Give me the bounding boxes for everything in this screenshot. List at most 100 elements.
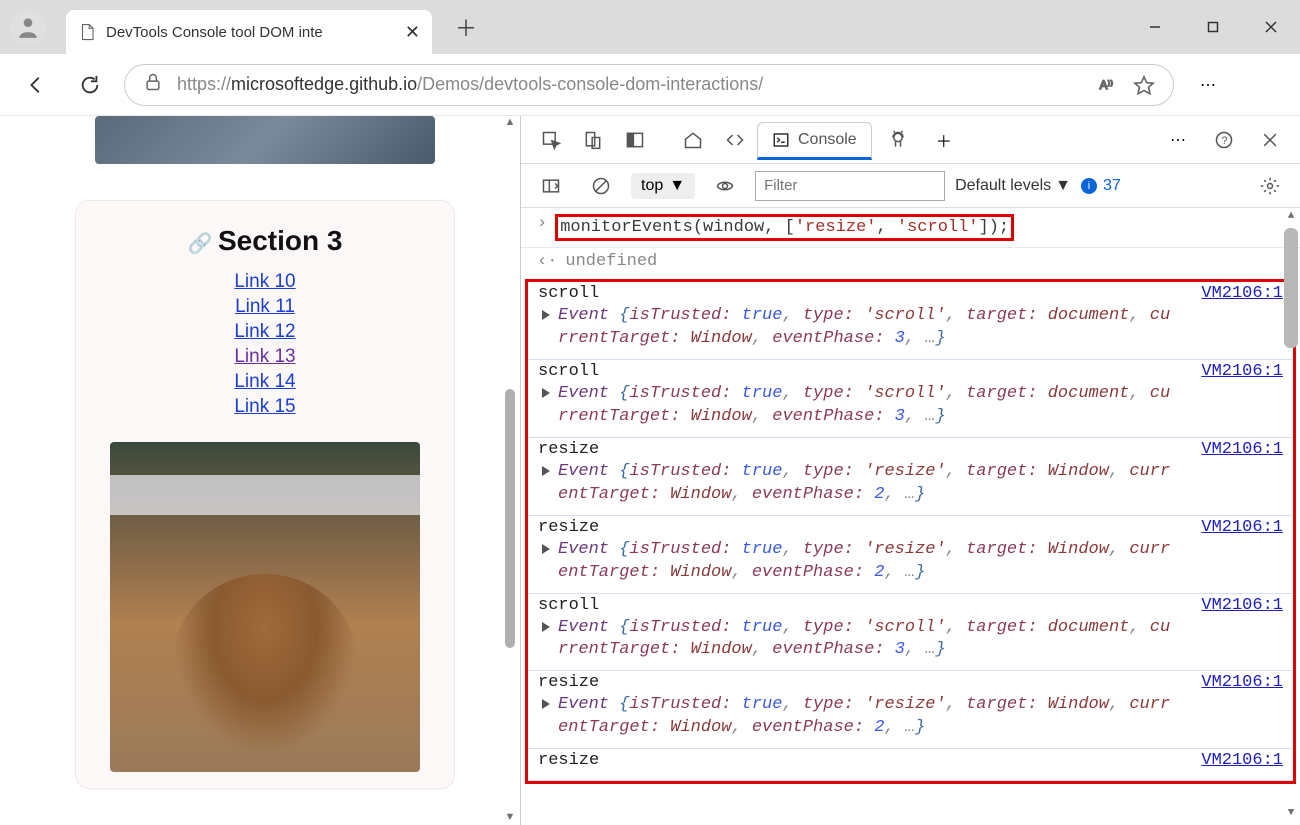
settings-more-button[interactable]: ⋯ [1188,65,1228,105]
live-expression-button[interactable] [705,166,745,206]
scroll-thumb[interactable] [1284,228,1298,348]
event-detail: Event {isTrusted: true, type: 'resize', … [538,539,1283,585]
section-card: Section 3 Link 10Link 11Link 12Link 13Li… [75,200,455,789]
address-bar[interactable]: https://microsoftedge.github.io/Demos/de… [124,64,1174,106]
event-name: scroll [538,362,1283,381]
event-source-link[interactable]: VM2106:1 [1201,596,1283,615]
section-heading: Section 3 [76,225,454,257]
console-scrollbar[interactable]: ▲ ▼ [1282,208,1300,825]
scroll-up-icon[interactable]: ▲ [1282,210,1300,226]
browser-window: DevTools Console tool DOM inte ✕ ＋ https… [0,0,1300,825]
page-image-deer [110,442,420,772]
log-levels-selector[interactable]: Default levels ▼ [955,177,1071,195]
highlight-box: monitorEvents(window, ['resize', 'scroll… [555,214,1014,241]
execution-context-selector[interactable]: top ▼ [631,173,695,199]
tab-close-button[interactable]: ✕ [405,22,420,43]
issues-counter[interactable]: i37 [1081,177,1121,195]
console-tab-label: Console [798,131,857,149]
return-caret-icon: ‹· [537,252,557,271]
event-detail: Event {isTrusted: true, type: 'resize', … [538,461,1283,507]
minimize-button[interactable] [1126,5,1184,49]
maximize-button[interactable] [1184,5,1242,49]
url-text: https://microsoftedge.github.io/Demos/de… [177,74,1083,95]
profile-button[interactable] [10,9,46,45]
event-name: resize [538,440,1283,459]
favorite-icon[interactable] [1133,74,1155,96]
event-source-link[interactable]: VM2106:1 [1201,362,1283,381]
console-event-entry[interactable]: resizeVM2106:1 [528,749,1293,781]
more-tabs-button[interactable]: ＋ [924,120,964,160]
event-source-link[interactable]: VM2106:1 [1201,751,1283,770]
console-tab[interactable]: Console [757,122,872,160]
page-icon [78,23,96,41]
console-return-row: ‹· undefined [521,248,1300,275]
page-link[interactable]: Link 10 [76,271,454,293]
device-emulation-button[interactable] [573,120,613,160]
console-event-entry[interactable]: scrollVM2106:1Event {isTrusted: true, ty… [528,360,1293,438]
refresh-button[interactable] [70,65,110,105]
scroll-up-icon[interactable]: ▲ [502,116,518,130]
console-event-entry[interactable]: resizeVM2106:1 Event {isTrusted: true, ty… [528,516,1293,594]
event-source-link[interactable]: VM2106:1 [1201,673,1283,692]
svg-text:?: ? [1222,135,1228,147]
welcome-tab[interactable] [673,120,713,160]
page-link[interactable]: Link 13 [76,346,454,368]
dock-side-button[interactable] [615,120,655,160]
page-link[interactable]: Link 11 [76,296,454,318]
console-event-entry[interactable]: scrollVM2106:1 Event {isTrusted: true, ty… [528,282,1293,360]
close-window-button[interactable] [1242,5,1300,49]
console-event-entry[interactable]: scrollVM2106:1Event {isTrusted: true, ty… [528,594,1293,672]
issues-dot-icon: i [1081,178,1097,194]
event-source-link[interactable]: VM2106:1 [1201,518,1283,537]
devtools-close-button[interactable] [1250,120,1290,160]
console-output[interactable]: › monitorEvents(window, ['resize', 'scro… [521,208,1300,825]
sources-tab[interactable] [874,120,922,160]
scroll-down-icon[interactable]: ▼ [502,811,518,825]
event-name: scroll [538,596,1283,615]
event-detail: Event {isTrusted: true, type: 'scroll', … [538,305,1283,351]
toggle-sidebar-button[interactable] [531,166,571,206]
console-filter-input[interactable] [755,171,945,201]
events-highlight-box: scrollVM2106:1Event {isTrusted: true, ty… [525,279,1296,784]
event-name: resize [538,751,1283,770]
scroll-down-icon[interactable]: ▼ [1282,807,1300,823]
console-filter-bar: top ▼ Default levels ▼ i37 [521,164,1300,208]
svg-text:A⁾⁾: A⁾⁾ [1100,79,1114,92]
event-source-link[interactable]: VM2106:1 [1201,284,1283,303]
elements-tab[interactable] [715,120,755,160]
console-event-entry[interactable]: resizeVM2106:1 Event {isTrusted: true, ty… [528,438,1293,516]
toolbar: https://microsoftedge.github.io/Demos/de… [0,54,1300,116]
event-name: resize [538,518,1283,537]
tab-title: DevTools Console tool DOM inte [106,24,395,41]
read-aloud-icon[interactable]: A⁾⁾ [1097,75,1119,95]
content-row: Section 3 Link 10Link 11Link 12Link 13Li… [0,116,1300,825]
page-scrollbar[interactable]: ▲ ▼ [502,116,518,825]
titlebar: DevTools Console tool DOM inte ✕ ＋ [0,0,1300,54]
browser-tab[interactable]: DevTools Console tool DOM inte ✕ [66,10,432,54]
prompt-caret-icon: › [537,214,547,241]
event-detail: Event {isTrusted: true, type: 'resize', … [538,694,1283,740]
window-controls [1126,5,1300,49]
page-link[interactable]: Link 15 [76,396,454,418]
console-command-row: › monitorEvents(window, ['resize', 'scro… [521,208,1300,248]
new-tab-button[interactable]: ＋ [446,7,486,47]
devtools-panel: Console ＋ ⋯ ? top ▼ Default levels ▼ i37 [520,116,1300,825]
link-list: Link 10 Link 11 Link 12 Link 13 Link 14 Link … [76,271,454,418]
event-name: resize [538,673,1283,692]
console-icon [772,131,790,149]
console-settings-button[interactable] [1250,166,1290,206]
event-name: scroll [538,284,1283,303]
event-source-link[interactable]: VM2106:1 [1201,440,1283,459]
page-viewport: Section 3 Link 10Link 11Link 12Link 13Li… [0,116,520,825]
console-event-entry[interactable]: resizeVM2106:1 Event {isTrusted: true, ty… [528,671,1293,749]
page-link[interactable]: Link 14 [76,371,454,393]
back-button[interactable] [16,65,56,105]
lock-icon [143,72,163,97]
inspect-element-button[interactable] [531,120,571,160]
devtools-help-button[interactable]: ? [1204,120,1244,160]
page-image-top [95,116,435,164]
clear-console-button[interactable] [581,166,621,206]
devtools-more-button[interactable]: ⋯ [1158,120,1198,160]
page-link[interactable]: Link 12 [76,321,454,343]
scroll-thumb[interactable] [505,389,515,648]
